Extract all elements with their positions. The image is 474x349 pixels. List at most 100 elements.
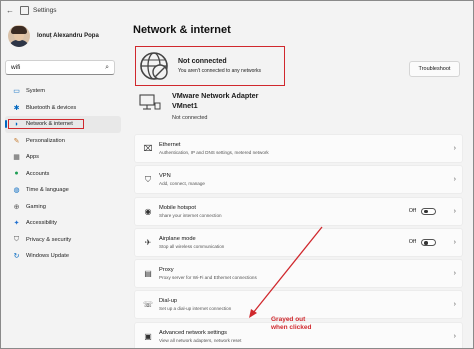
search-box[interactable]: ⌕	[5, 60, 115, 75]
shield-icon: ⛉	[13, 235, 20, 243]
row-ethernet[interactable]: ⌧ Ethernet Authentication, IP and DNS se…	[134, 134, 463, 163]
row-title: Dial-up	[159, 298, 178, 305]
sidebar-item-label: Accessibility	[26, 220, 57, 227]
sidebar-item-bluetooth[interactable]: ✱ Bluetooth & devices	[5, 100, 121, 117]
airplane-icon: ✈	[144, 237, 152, 247]
troubleshoot-button[interactable]: Troubleshoot	[409, 61, 460, 77]
toggle-switch[interactable]	[421, 207, 436, 215]
toggle-state: Off	[408, 239, 416, 246]
chevron-right-icon: ›	[453, 332, 456, 340]
search-icon[interactable]: ⌕	[105, 64, 109, 72]
sidebar-item-accessibility[interactable]: ✦ Accessibility	[5, 215, 121, 232]
annotation-text: Grayed out when clicked	[271, 316, 311, 332]
monitor-icon: ▭	[13, 88, 20, 96]
search-input[interactable]	[11, 64, 91, 71]
bluetooth-icon: ✱	[13, 104, 20, 112]
sidebar-item-label: Accounts	[26, 170, 50, 177]
row-subtitle: Add, connect, manage	[159, 181, 205, 187]
sidebar-item-label: Windows Update	[26, 253, 69, 260]
user-profile[interactable]: Ionuț Alexandru Popa	[8, 25, 99, 47]
gamepad-icon: ⊕	[13, 203, 20, 211]
row-subtitle: Proxy server for Wi-Fi and Ethernet conn…	[159, 275, 257, 281]
globe-clock-icon: ◍	[13, 187, 20, 195]
chevron-right-icon: ›	[453, 176, 456, 184]
toggle-state: Off	[408, 208, 416, 215]
proxy-icon: ▤	[144, 269, 152, 279]
sidebar-item-label: Personalization	[26, 137, 65, 144]
dialup-icon: ☏	[142, 300, 153, 310]
selection-indicator	[5, 120, 7, 128]
wired-monitor-icon	[139, 94, 161, 110]
toggle-switch[interactable]	[421, 238, 436, 246]
settings-app-icon	[20, 5, 29, 15]
sidebar-item-system[interactable]: ▭ System	[5, 83, 121, 100]
window-title: Settings	[33, 6, 57, 14]
network-status: Not connected You aren't connected to an…	[135, 46, 285, 86]
hotspot-icon: ◉	[144, 206, 152, 216]
main-pane: Network & internet Not connected You are…	[124, 19, 473, 348]
sidebar-item-time-language[interactable]: ◍ Time & language	[5, 182, 121, 199]
chevron-right-icon: ›	[453, 301, 456, 309]
row-mobile-hotspot[interactable]: ◉ Mobile hotspot Share your internet con…	[134, 196, 463, 226]
page-title: Network & internet	[133, 24, 231, 36]
sidebar-item-network[interactable]: ◗ Network & internet	[5, 116, 121, 133]
title-bar: ← Settings	[1, 1, 473, 19]
sidebar-item-label: Gaming	[26, 203, 46, 210]
accessibility-icon: ✦	[13, 220, 20, 228]
sidebar-nav: ▭ System ✱ Bluetooth & devices ◗ Network…	[5, 83, 121, 265]
status-title: Not connected	[178, 58, 227, 65]
status-subtitle: You aren't connected to any networks	[178, 68, 262, 74]
settings-window: ← Settings Ionuț Alexandru Popa ⌕ ▭ Syst…	[0, 0, 474, 349]
row-airplane-mode[interactable]: ✈ Airplane mode Stop all wireless commun…	[134, 227, 463, 257]
network-adapter[interactable]: VMware Network Adapter VMnet1 Not connec…	[139, 91, 258, 121]
left-pane: Ionuț Alexandru Popa ⌕ ▭ System ✱ Blueto…	[1, 19, 124, 348]
sidebar-item-label: Time & language	[26, 187, 69, 194]
profile-name: Ionuț Alexandru Popa	[37, 33, 99, 39]
annotation-line2: when clicked	[271, 324, 312, 331]
back-button[interactable]: ←	[4, 4, 16, 16]
row-proxy[interactable]: ▤ Proxy Proxy server for Wi-Fi and Ether…	[134, 259, 463, 289]
row-vpn[interactable]: ⛉ VPN Add, connect, manage ›	[134, 165, 463, 195]
hotspot-toggle[interactable]: Off	[408, 207, 436, 215]
adapter-status: Not connected	[172, 115, 208, 121]
adapter-name-line1: VMware Network Adapter	[172, 91, 259, 100]
sidebar-item-label: Apps	[26, 154, 39, 161]
row-title: Ethernet	[159, 142, 181, 148]
adapter-name-line2: VMnet1	[172, 100, 198, 110]
row-title: Proxy	[159, 267, 174, 274]
sidebar-item-label: Privacy & security	[26, 236, 72, 243]
sidebar-item-accounts[interactable]: ● Accounts	[5, 166, 121, 183]
highlight-box	[8, 119, 84, 129]
globe-disconnected-icon	[140, 52, 168, 80]
vpn-shield-icon: ⛉	[145, 174, 151, 184]
back-arrow-icon: ←	[6, 5, 14, 15]
chevron-right-icon: ›	[453, 270, 456, 278]
airplane-toggle[interactable]: Off	[408, 238, 436, 246]
row-title: VPN	[159, 173, 171, 180]
row-title: Mobile hotspot	[159, 204, 196, 211]
person-icon: ●	[14, 170, 19, 178]
row-subtitle: Share your internet connection	[159, 212, 222, 218]
apps-icon: ▦	[13, 154, 20, 162]
refresh-icon: ↻	[13, 253, 20, 261]
advanced-network-icon: ▣	[144, 331, 152, 341]
row-subtitle: View all network adapters, network reset	[159, 337, 242, 343]
sidebar-item-privacy[interactable]: ⛉ Privacy & security	[5, 232, 121, 249]
sidebar-item-windows-update[interactable]: ↻ Windows Update	[5, 248, 121, 265]
avatar	[8, 25, 30, 47]
sidebar-item-label: System	[26, 88, 45, 95]
row-title: Airplane mode	[159, 235, 196, 242]
chevron-right-icon: ›	[453, 145, 456, 152]
sidebar-item-gaming[interactable]: ⊕ Gaming	[5, 199, 121, 216]
sidebar-item-personalization[interactable]: ✎ Personalization	[5, 133, 121, 150]
annotation-line1: Grayed out	[271, 316, 306, 323]
chevron-right-icon: ›	[453, 238, 456, 246]
row-subtitle: Authentication, IP and DNS settings, met…	[159, 150, 269, 155]
row-subtitle: Set up a dial-up internet connection	[159, 306, 232, 312]
brush-icon: ✎	[13, 137, 20, 145]
row-title: Advanced network settings	[159, 329, 227, 336]
row-subtitle: Stop all wireless communication	[159, 243, 225, 249]
sidebar-item-apps[interactable]: ▦ Apps	[5, 149, 121, 166]
chevron-right-icon: ›	[453, 207, 456, 215]
sidebar-item-label: Bluetooth & devices	[26, 104, 77, 111]
